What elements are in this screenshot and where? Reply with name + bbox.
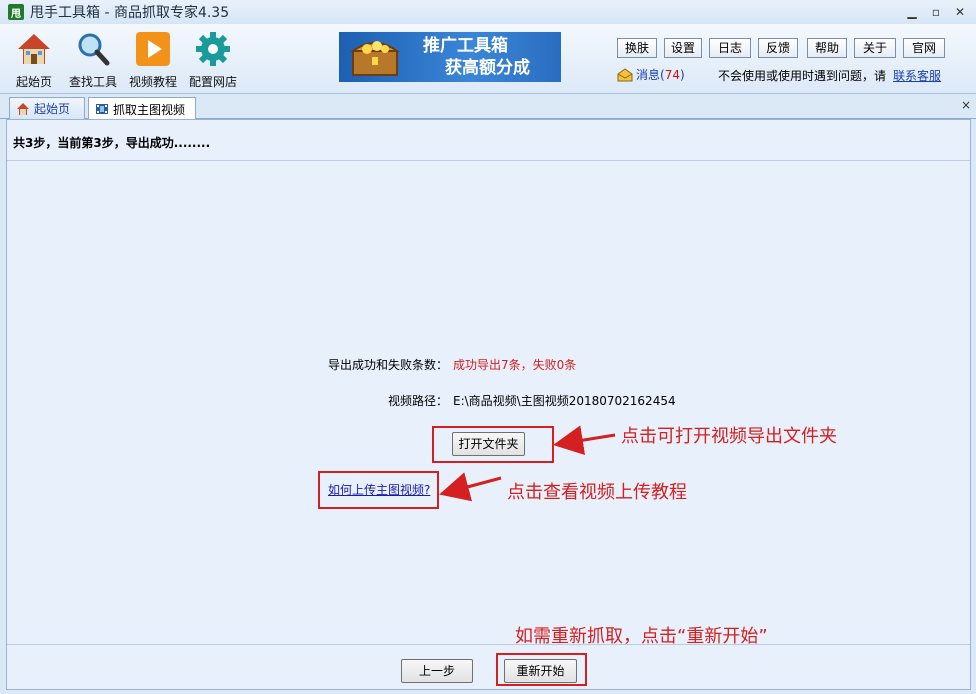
tab-home[interactable]: 起始页 <box>9 97 85 119</box>
messages-label: 消息( <box>636 68 665 82</box>
log-button[interactable]: 日志 <box>709 38 751 58</box>
main-toolbar: 起始页 查找工具 视频教程 配置网店 推广工具箱 获高额分成 换肤 设置 日志 … <box>0 24 976 94</box>
close-tab-icon[interactable]: × <box>961 98 971 112</box>
find-tools-label: 查找工具 <box>68 75 117 89</box>
video-tutorial-label: 视频教程 <box>128 75 177 89</box>
play-icon <box>134 30 172 68</box>
main-content: 共3步，当前第3步，导出成功........ 导出成功和失败条数： 成功导出7条… <box>6 119 971 690</box>
messages-suffix: ) <box>679 67 685 82</box>
find-tools-button[interactable]: 查找工具 <box>64 30 122 90</box>
home-button[interactable]: 起始页 <box>5 30 63 90</box>
tab-home-label: 起始页 <box>34 102 71 116</box>
contact-support-link[interactable]: 联系客服 <box>893 67 941 84</box>
about-button[interactable]: 关于 <box>854 38 896 58</box>
home-button-label: 起始页 <box>15 75 52 89</box>
film-icon <box>96 104 108 114</box>
arrow-to-upload-link <box>439 472 502 502</box>
help-text: 不会使用或使用时遇到问题，请 <box>718 69 887 83</box>
help-button[interactable]: 帮助 <box>807 38 847 58</box>
tab-capture-video-label: 抓取主图视频 <box>113 102 186 117</box>
configure-store-button[interactable]: 配置网店 <box>184 30 242 90</box>
close-window-button[interactable]: ✕ <box>950 3 970 21</box>
title-bar: 甩 甩手工具箱 - 商品抓取专家4.35 ▁ ▫ ✕ <box>0 0 976 24</box>
envelope-icon <box>617 67 633 81</box>
magnifier-icon <box>74 30 112 68</box>
arrow-to-open-folder <box>553 425 616 456</box>
website-button[interactable]: 官网 <box>903 38 945 58</box>
app-logo-icon: 甩 <box>8 4 24 20</box>
feedback-button[interactable]: 反馈 <box>758 38 798 58</box>
configure-store-label: 配置网店 <box>188 75 237 89</box>
settings-button[interactable]: 设置 <box>664 38 702 58</box>
gear-icon <box>194 30 232 68</box>
window-title: 甩手工具箱 - 商品抓取专家4.35 <box>30 5 230 21</box>
minimize-button[interactable]: ▁ <box>902 3 922 21</box>
promo-banner[interactable]: 推广工具箱 获高额分成 <box>339 32 561 82</box>
messages-count: 74 <box>664 67 680 82</box>
tab-capture-video[interactable]: 抓取主图视频 <box>88 97 196 120</box>
skin-button[interactable]: 换肤 <box>617 38 657 58</box>
video-tutorial-button[interactable]: 视频教程 <box>124 30 182 90</box>
treasure-chest-icon <box>349 41 401 76</box>
tab-bar: 起始页 抓取主图视频 <box>0 94 976 120</box>
promo-line-1: 推广工具箱 <box>423 36 508 56</box>
annotation-arrows <box>439 425 616 502</box>
promo-line-2: 获高额分成 <box>445 58 530 78</box>
messages-link[interactable]: 消息(74) <box>617 66 685 83</box>
maximize-button[interactable]: ▫ <box>926 3 946 21</box>
home-icon <box>17 102 29 115</box>
home-icon <box>15 30 53 68</box>
